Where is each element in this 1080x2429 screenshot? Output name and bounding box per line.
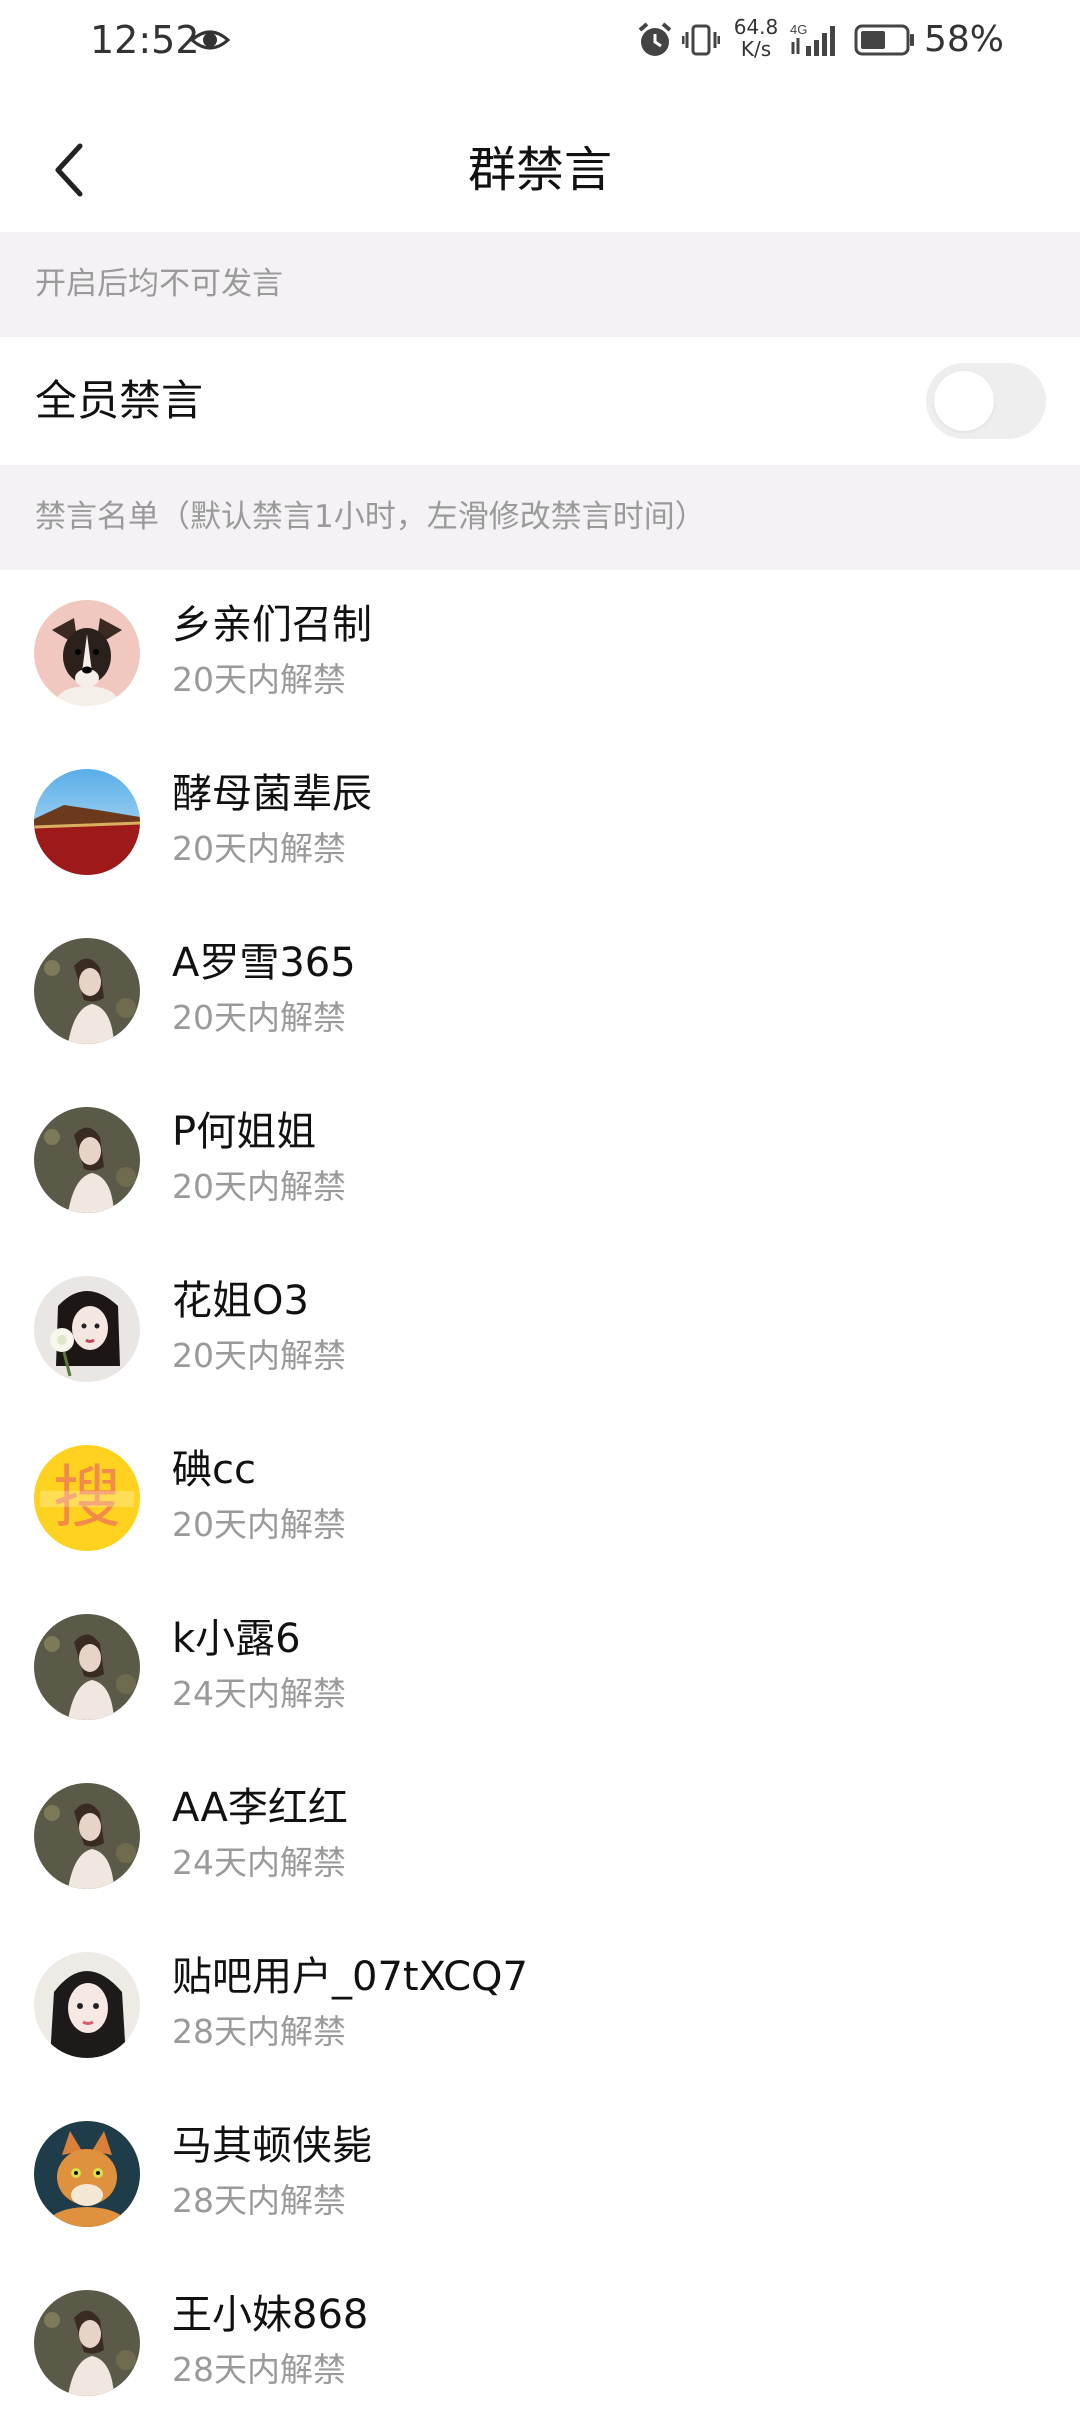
yellow-character-avatar-image: 搜 — [34, 1445, 140, 1551]
user-name: 贴吧用户_07tXCQ7 — [172, 1954, 528, 2000]
woman-face-avatar-image — [34, 1952, 140, 2058]
woman-portrait-avatar-image — [34, 2290, 140, 2396]
net-speed-value: 64.8 — [733, 15, 779, 39]
woman-portrait-avatar-image — [34, 1783, 140, 1889]
page-title: 群禁言 — [467, 142, 612, 198]
net-speed-unit: K/s — [740, 37, 772, 61]
muted-list-hint: 禁言名单（默认禁言1小时，左滑修改禁言时间） — [0, 465, 1080, 570]
network-type-label: 4G — [790, 22, 807, 37]
eye-icon — [189, 22, 231, 58]
user-name: 花姐O3 — [172, 1278, 309, 1324]
user-avatar[interactable] — [34, 1783, 140, 1889]
woman-portrait-avatar-image — [34, 1107, 140, 1213]
woman-flower-avatar-image — [34, 1276, 140, 1382]
net-speed: 64.8 K/s — [730, 16, 782, 60]
user-name: 酵母菌辈辰 — [172, 771, 372, 817]
woman-portrait-avatar-image — [34, 1614, 140, 1720]
unmute-countdown: 20天内解禁 — [172, 660, 346, 699]
unmute-countdown: 28天内解禁 — [172, 2350, 346, 2389]
cat-avatar-image — [34, 2121, 140, 2227]
muted-user-item[interactable]: 酵母菌辈辰 20天内解禁 — [0, 739, 1080, 908]
user-avatar[interactable] — [34, 1614, 140, 1720]
user-name: P何姐姐 — [172, 1109, 317, 1155]
header: 群禁言 — [0, 110, 1080, 230]
status-bar: 12:52 64.8 K/s 4G 58% — [0, 0, 1080, 80]
user-avatar[interactable] — [34, 2121, 140, 2227]
status-time: 12:52 — [90, 18, 200, 62]
muted-user-item[interactable]: 马其顿侠毙 28天内解禁 — [0, 2091, 1080, 2260]
battery-icon — [854, 22, 916, 58]
user-name: k小露6 — [172, 1616, 301, 1662]
user-name: A罗雪365 — [172, 940, 356, 986]
user-name: 乡亲们召制 — [172, 602, 372, 648]
user-avatar[interactable] — [34, 600, 140, 706]
user-avatar[interactable] — [34, 1107, 140, 1213]
muted-user-item[interactable]: 贴吧用户_07tXCQ7 28天内解禁 — [0, 1922, 1080, 2091]
user-avatar[interactable] — [34, 2290, 140, 2396]
user-avatar[interactable] — [34, 1952, 140, 2058]
unmute-countdown: 20天内解禁 — [172, 829, 346, 868]
palace-sky-avatar-image — [34, 769, 140, 875]
user-avatar[interactable]: 搜 — [34, 1445, 140, 1551]
muted-user-item[interactable]: 搜 碘cc 20天内解禁 — [0, 1415, 1080, 1584]
muted-user-item[interactable]: 乡亲们召制 20天内解禁 — [0, 570, 1080, 739]
vibrate-icon — [681, 20, 721, 60]
alarm-icon — [636, 20, 674, 60]
muted-user-item[interactable]: k小露6 24天内解禁 — [0, 1584, 1080, 1753]
unmute-countdown: 20天内解禁 — [172, 1167, 346, 1206]
unmute-countdown: 24天内解禁 — [172, 1843, 346, 1882]
mute-all-label: 全员禁言 — [35, 376, 204, 425]
battery-percent: 58% — [924, 19, 1005, 60]
unmute-countdown: 28天内解禁 — [172, 2012, 346, 2051]
muted-user-item[interactable]: 王小妹868 28天内解禁 — [0, 2260, 1080, 2429]
unmute-countdown: 20天内解禁 — [172, 998, 346, 1037]
user-avatar[interactable] — [34, 938, 140, 1044]
mute-all-hint: 开启后均不可发言 — [0, 232, 1080, 337]
unmute-countdown: 24天内解禁 — [172, 1674, 346, 1713]
muted-user-item[interactable]: A罗雪365 20天内解禁 — [0, 908, 1080, 1077]
user-avatar[interactable] — [34, 1276, 140, 1382]
muted-user-list: 乡亲们召制 20天内解禁 酵母菌辈辰 20天内解禁 A罗雪365 20天内解禁 … — [0, 570, 1080, 2429]
user-name: 马其顿侠毙 — [172, 2123, 372, 2169]
user-name: 王小妹868 — [172, 2292, 369, 2338]
unmute-countdown: 28天内解禁 — [172, 2181, 346, 2220]
unmute-countdown: 20天内解禁 — [172, 1505, 346, 1544]
woman-portrait-avatar-image — [34, 938, 140, 1044]
muted-user-item[interactable]: 花姐O3 20天内解禁 — [0, 1246, 1080, 1415]
unmute-countdown: 20天内解禁 — [172, 1336, 346, 1375]
mute-all-row: 全员禁言 — [0, 337, 1080, 465]
dog-avatar-image — [34, 600, 140, 706]
muted-user-item[interactable]: P何姐姐 20天内解禁 — [0, 1077, 1080, 1246]
signal-icon: 4G — [790, 20, 840, 60]
user-name: AA李红红 — [172, 1785, 348, 1831]
toggle-knob — [934, 371, 994, 431]
user-name: 碘cc — [172, 1447, 256, 1493]
mute-all-toggle[interactable] — [926, 363, 1046, 439]
user-avatar[interactable] — [34, 769, 140, 875]
muted-user-item[interactable]: AA李红红 24天内解禁 — [0, 1753, 1080, 1922]
